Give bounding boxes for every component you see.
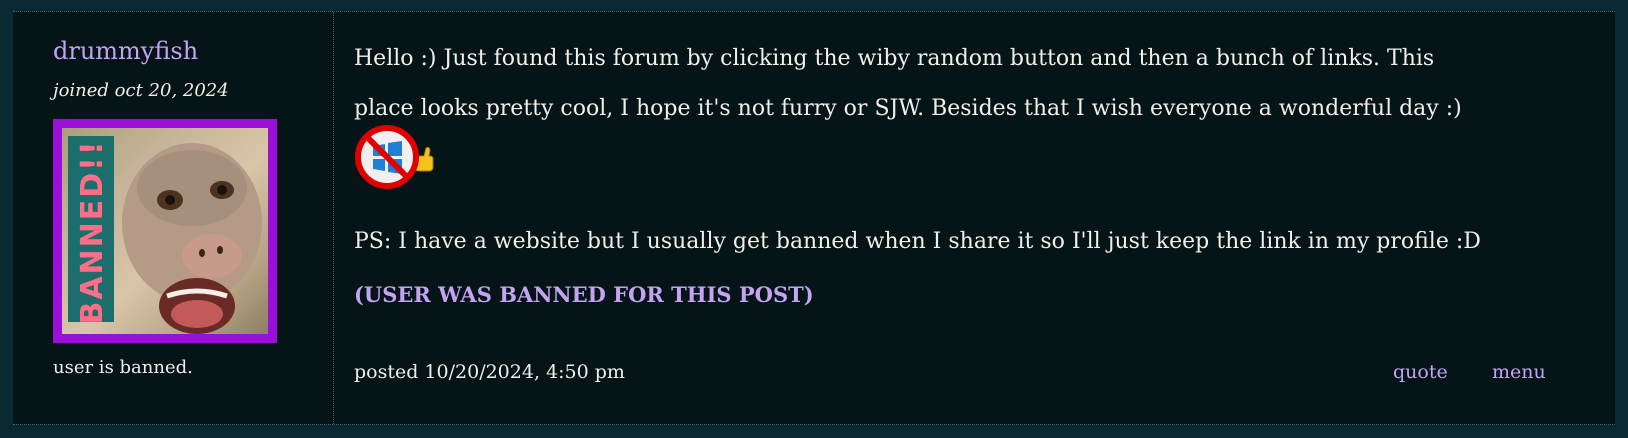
quote-link[interactable]: quote xyxy=(1393,361,1448,383)
post-timestamp: posted 10/20/2024, 4:50 pm xyxy=(354,361,625,383)
forum-post: drummyfish joined oct 20, 2024 BANNED!! … xyxy=(13,11,1615,425)
author-status: user is banned. xyxy=(53,357,193,378)
post-body: Hello :) Just found this forum by clicki… xyxy=(354,34,1484,185)
author-joined-date: joined oct 20, 2024 xyxy=(53,80,229,101)
post-content: Hello :) Just found this forum by clicki… xyxy=(354,12,1584,424)
author-username-link[interactable]: drummyfish xyxy=(53,37,198,65)
banned-stamp-text: BANNED!! xyxy=(75,139,110,325)
menu-link[interactable]: menu xyxy=(1492,361,1546,383)
no-windows-icon xyxy=(355,125,419,189)
author-avatar[interactable]: BANNED!! xyxy=(53,119,277,343)
ban-notice: (USER WAS BANNED FOR THIS POST) xyxy=(354,282,814,307)
avatar-image: BANNED!! xyxy=(62,128,268,334)
banned-stamp: BANNED!! xyxy=(68,136,114,325)
post-ps-text: PS: I have a website but I usually get b… xyxy=(354,229,1481,254)
post-author-sidebar: drummyfish joined oct 20, 2024 BANNED!! … xyxy=(13,12,334,424)
post-body-text: Hello :) Just found this forum by clicki… xyxy=(354,46,1462,121)
